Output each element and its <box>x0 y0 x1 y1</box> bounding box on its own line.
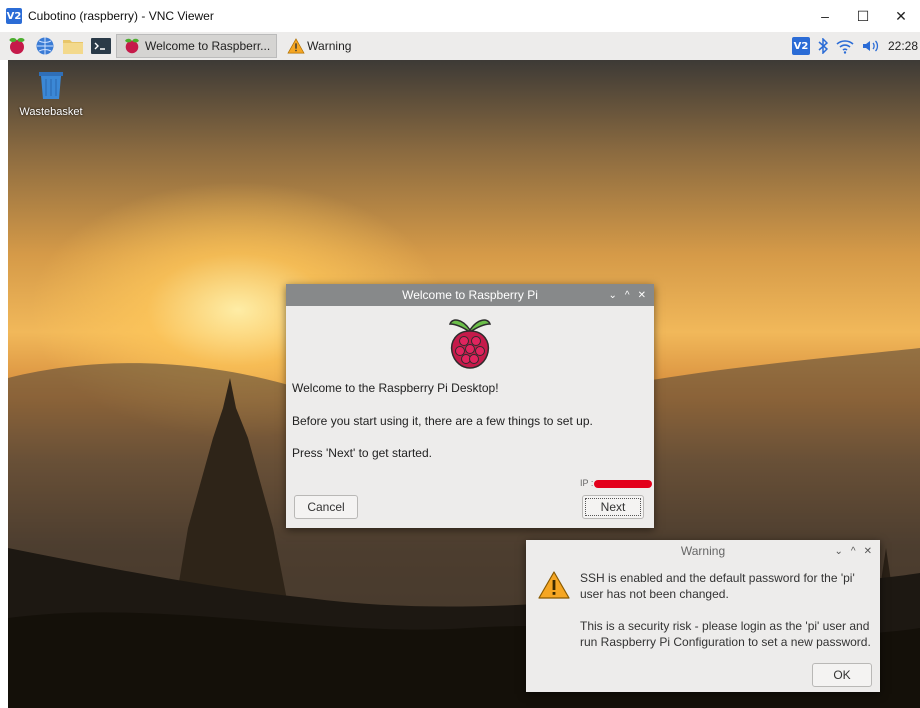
welcome-setup-text: Before you start using it, there are a f… <box>292 414 593 428</box>
warning-icon <box>538 571 570 599</box>
ip-redaction <box>594 480 652 488</box>
ip-label: IP : <box>580 478 594 488</box>
taskbar-task-warning[interactable]: Warning <box>281 34 357 58</box>
welcome-next-hint: Press 'Next' to get started. <box>292 446 432 460</box>
warning-dialog-title: Warning <box>680 544 726 558</box>
welcome-maximize-button[interactable]: ^ <box>625 290 630 301</box>
warning-message-ssh: SSH is enabled and the default password … <box>580 571 855 601</box>
next-button[interactable]: Next <box>582 495 644 519</box>
volume-icon[interactable] <box>862 38 880 54</box>
warning-icon <box>287 38 305 54</box>
vnc-server-tray-icon[interactable]: V2 <box>791 37 810 55</box>
raspberry-pi-logo-icon <box>448 319 492 369</box>
desktop-item-wastebasket[interactable]: Wastebasket <box>16 70 86 118</box>
welcome-close-button[interactable]: ✕ <box>638 290 646 301</box>
raspberry-icon <box>125 38 139 54</box>
cancel-button[interactable]: Cancel <box>294 495 358 519</box>
warning-close-button[interactable]: ✕ <box>864 546 872 557</box>
vnc-title-bar[interactable]: V2 Cubotino (raspberry) - VNC Viewer – ☐… <box>0 0 920 32</box>
welcome-dialog: Welcome to Raspberry Pi ⌄ ^ ✕ Welcome to… <box>286 284 654 528</box>
pi-taskbar: Welcome to Raspberr... Warning V2 22:28 <box>0 32 920 60</box>
warning-minimize-button[interactable]: ⌄ <box>835 546 843 557</box>
warning-dialog-titlebar[interactable]: Warning ⌄ ^ ✕ <box>526 540 880 562</box>
maximize-button[interactable]: ☐ <box>844 0 882 32</box>
bluetooth-icon[interactable] <box>818 38 828 54</box>
window-title: Cubotino (raspberry) - VNC Viewer <box>28 9 214 23</box>
raspberry-menu-icon[interactable] <box>6 35 28 57</box>
welcome-heading: Welcome to the Raspberry Pi Desktop! <box>292 381 499 395</box>
warning-maximize-button[interactable]: ^ <box>851 546 856 557</box>
warning-dialog: Warning ⌄ ^ ✕ SSH is enabled and the def… <box>526 540 880 692</box>
terminal-icon[interactable] <box>90 35 112 57</box>
taskbar-task-welcome[interactable]: Welcome to Raspberr... <box>116 34 278 58</box>
wastebasket-icon <box>39 72 63 99</box>
wifi-icon[interactable] <box>836 38 854 54</box>
desktop-icon-label: Wastebasket <box>19 106 83 118</box>
close-button[interactable]: ✕ <box>882 0 920 32</box>
minimize-button[interactable]: – <box>806 0 844 32</box>
taskbar-clock: 22:28 <box>887 39 918 53</box>
browser-globe-icon[interactable] <box>34 35 56 57</box>
file-manager-folder-icon[interactable] <box>62 35 84 57</box>
welcome-dialog-title: Welcome to Raspberry Pi <box>402 288 538 302</box>
welcome-dialog-titlebar[interactable]: Welcome to Raspberry Pi ⌄ ^ ✕ <box>286 284 654 306</box>
taskbar-task-label: Welcome to Raspberr... <box>145 39 271 53</box>
warning-message-risk: This is a security risk - please login a… <box>580 619 871 649</box>
ok-button[interactable]: OK <box>812 663 872 687</box>
vnc-viewer-logo-icon: V2 <box>6 8 22 24</box>
taskbar-task-label: Warning <box>307 39 352 53</box>
welcome-minimize-button[interactable]: ⌄ <box>609 290 617 301</box>
